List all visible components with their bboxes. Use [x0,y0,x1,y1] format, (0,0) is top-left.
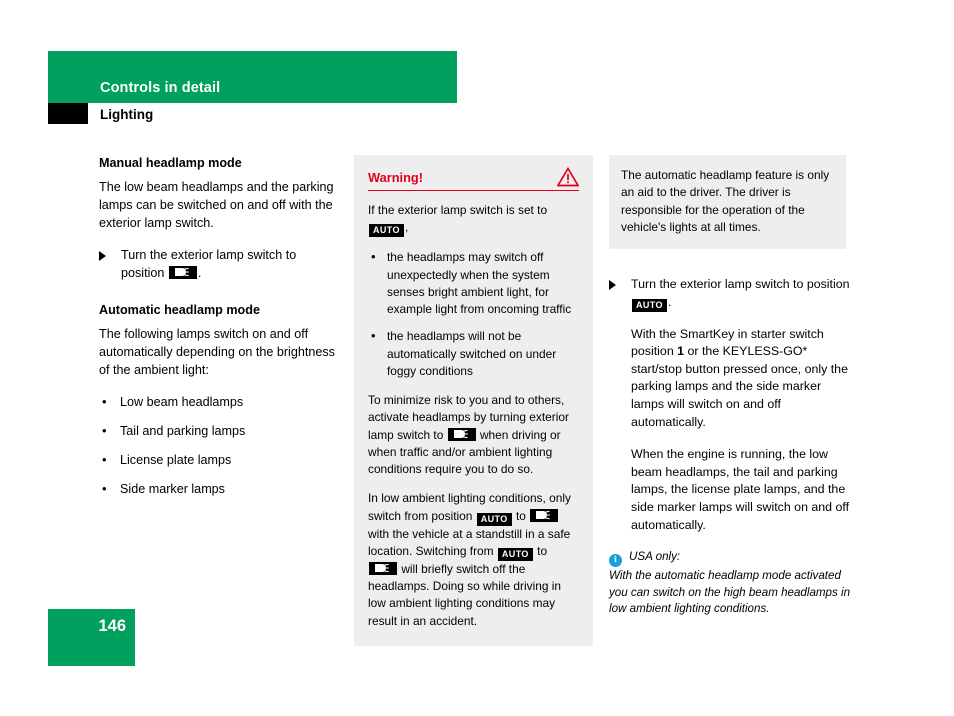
engine-running-paragraph: When the engine is running, the low beam… [631,447,850,532]
warning-intro: If the exterior lamp switch is set to AU… [368,202,579,238]
page-number: 146 [98,617,126,635]
section-title: Lighting [100,107,154,122]
usa-only-note: i USA only: With the automatic headlamp m… [609,549,854,617]
low-beam-badge-icon [447,427,476,441]
auto-badge-icon: AUTO [632,298,667,312]
warning-triangle-icon [556,166,580,192]
list-item: Tail and parking lamps [99,422,337,441]
auto-badge-icon: AUTO [497,547,533,561]
warning-intro-suffix: , [404,220,409,235]
low-beam-symbol-icon [375,564,389,573]
starter-switch-position-value: 1 [677,344,685,359]
warning-intro-prefix: If the exterior lamp switch is set to [368,203,548,217]
usa-note-heading-line: i USA only: [609,549,854,568]
triangle-bullet-icon [99,250,106,261]
middle-column: Warning! If the exterior lamp switch is … [354,155,593,646]
auto-badge-icon: AUTO [476,512,512,526]
auto-step-suffix: . [667,294,672,309]
low-beam-badge-icon [369,561,397,575]
low-beam-badge-icon [530,508,559,522]
automatic-headlamp-heading: Automatic headlamp mode [99,303,260,318]
page-footer-block: 146 [48,609,135,666]
warning-p3-part2: to [515,508,526,523]
smartkey-paragraph: With the SmartKey in starter switch posi… [631,326,854,432]
low-beam-symbol-icon [536,510,551,520]
warning-box: Warning! If the exterior lamp switch is … [354,155,593,646]
warning-paragraph-2: To minimize risk to you and to others, a… [368,392,579,478]
automatic-headlamp-paragraph: The following lamps switch on and off au… [99,327,335,378]
manual-headlamp-heading: Manual headlamp mode [99,156,242,170]
list-item: the headlamps will not be automatically … [368,327,579,380]
auto-step-text: Turn the exterior lamp switch to positio… [631,277,850,291]
list-item: License plate lamps [99,451,337,470]
warning-header: Warning! [368,166,580,192]
warning-bullet-list: the headlamps may switch off unexpectedl… [368,248,579,380]
right-column: The automatic headlamp feature is only a… [609,155,854,618]
warning-paragraph-3: In low ambient lighting conditions, only… [368,490,579,630]
info-circle-icon: i [609,554,622,568]
lamp-list: Low beam headlamps Tail and parking lamp… [99,393,337,499]
triangle-bullet-icon [609,280,616,290]
right-column-indented-body: With the SmartKey in starter switch posi… [609,326,854,535]
warning-title: Warning! [368,170,423,185]
list-item: Side marker lamps [99,480,337,499]
low-beam-symbol-icon [453,429,468,439]
manual-headlamp-paragraph: The low beam headlamps and the parking l… [99,180,334,230]
chapter-title: Controls in detail [100,80,221,96]
section-tab-marker [48,103,88,124]
manual-headlamp-step: Turn the exterior lamp switch to positio… [99,247,337,283]
low-beam-symbol-icon [174,267,189,277]
usa-note-heading: USA only: [629,550,681,564]
usa-note-body: With the automatic headlamp mode activat… [609,569,851,616]
warning-p3-part4: to [537,543,548,558]
auto-badge-icon: AUTO [369,224,404,238]
list-item: the headlamps may switch off unexpectedl… [368,248,579,318]
manual-step-suffix: . [197,265,202,280]
automatic-headlamp-note-text: The automatic headlamp feature is only a… [621,168,830,234]
list-item: Low beam headlamps [99,393,337,412]
automatic-headlamp-note-box: The automatic headlamp feature is only a… [609,155,846,249]
low-beam-badge-icon [168,265,197,279]
left-column: Manual headlamp mode The low beam headla… [99,155,337,510]
automatic-headlamp-step: Turn the exterior lamp switch to positio… [609,276,854,312]
manual-step-text: Turn the exterior lamp switch to positio… [121,247,297,280]
